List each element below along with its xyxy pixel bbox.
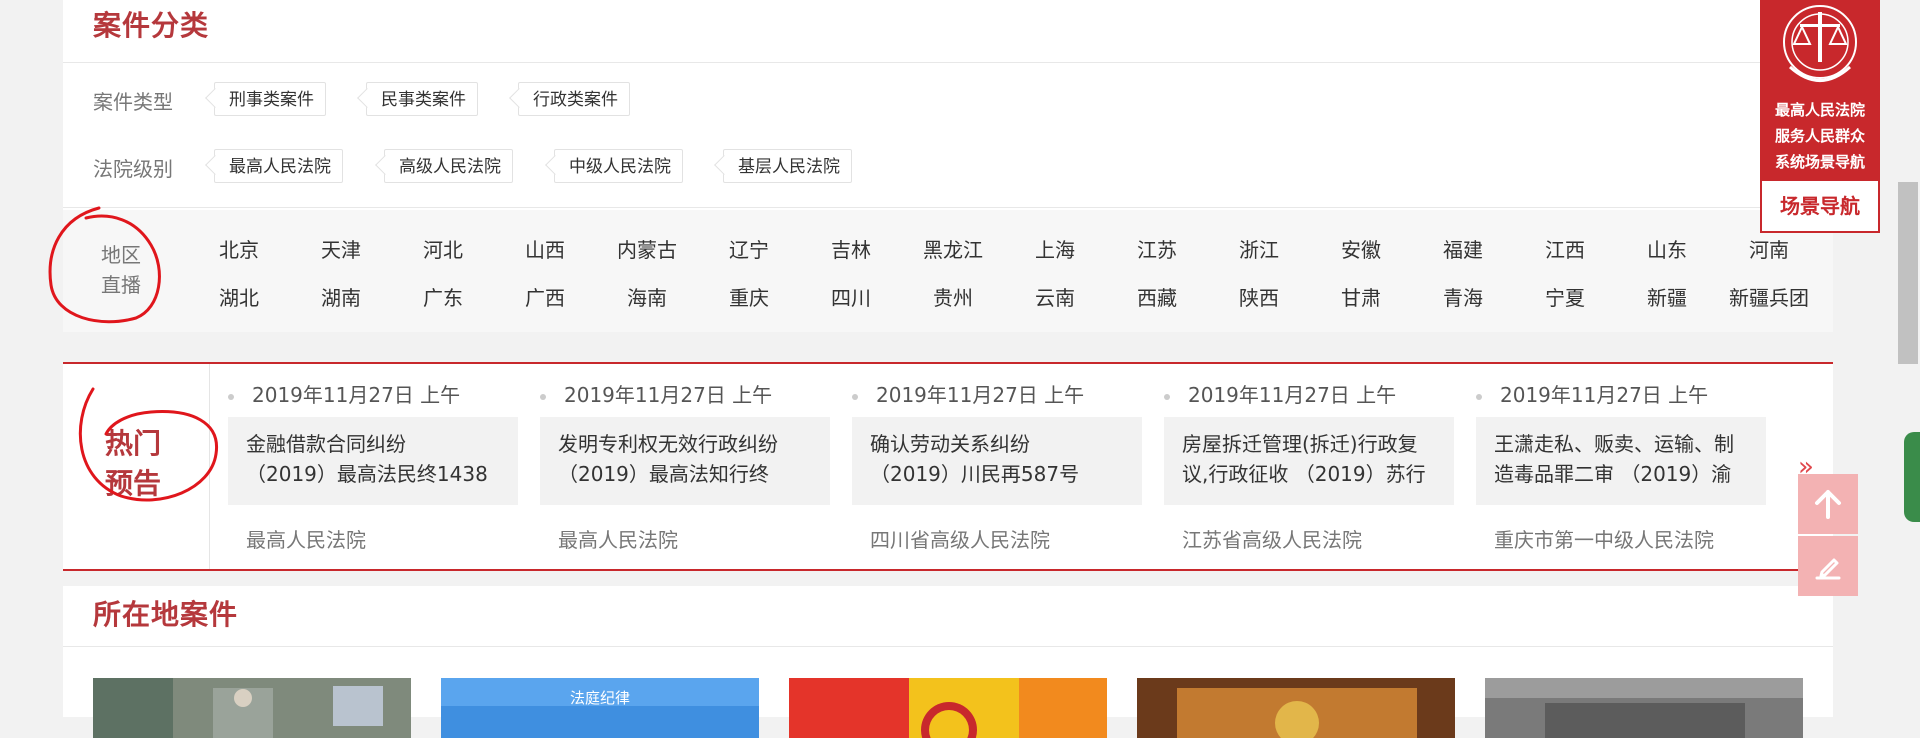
- case-type-criminal[interactable]: 刑事类案件: [214, 82, 326, 116]
- region-link[interactable]: 四川: [806, 282, 896, 311]
- divider: [63, 62, 1833, 63]
- region-link[interactable]: 陕西: [1214, 282, 1304, 311]
- scene-nav-widget[interactable]: 最高人民法院 服务人民群众 系统场景导航 场景导航: [1760, 0, 1880, 233]
- region-link[interactable]: 新疆: [1622, 282, 1712, 311]
- region-link[interactable]: 山东: [1622, 234, 1712, 263]
- hot-preview-panel: 热门 预告 2019年11月27日 上午 金融借款合同纠纷 （2019）最高法民终…: [63, 362, 1833, 571]
- location-cases-panel: 所在地案件 法庭纪律: [63, 586, 1833, 738]
- region-live-label: 地区 直播: [101, 243, 141, 297]
- case-type-civil[interactable]: 民事类案件: [366, 82, 478, 116]
- case-category-panel: 案件分类 案件类型 刑事类案件 民事类案件 行政类案件 法院级别 最高人民法院 …: [48, 0, 1833, 332]
- region-link[interactable]: 吉林: [806, 234, 896, 263]
- region-link[interactable]: 江西: [1520, 234, 1610, 263]
- region-area: [63, 210, 1833, 332]
- region-link[interactable]: 云南: [1010, 282, 1100, 311]
- region-link[interactable]: 广西: [500, 282, 590, 311]
- hot-preview-card[interactable]: 2019年11月27日 上午 金融借款合同纠纷 （2019）最高法民终1438 最…: [228, 364, 518, 569]
- card-court: 重庆市第一中级人民法院: [1494, 528, 1714, 552]
- region-link[interactable]: 辽宁: [704, 234, 794, 263]
- case-thumbnail[interactable]: 法庭纪律: [441, 678, 759, 738]
- case-type-administrative[interactable]: 行政类案件: [518, 82, 630, 116]
- case-thumbnail[interactable]: [1485, 678, 1803, 738]
- card-title[interactable]: 金融借款合同纠纷 （2019）最高法民终1438: [228, 417, 518, 505]
- region-link[interactable]: 天津: [296, 234, 386, 263]
- divider: [63, 646, 1833, 647]
- region-link[interactable]: 黑龙江: [908, 234, 998, 263]
- hot-preview-label: 热门 预告: [105, 427, 162, 500]
- divider: [63, 207, 1833, 208]
- scene-nav-text: 最高人民法院 服务人民群众 系统场景导航: [1774, 101, 1865, 171]
- region-link[interactable]: 河北: [398, 234, 488, 263]
- court-level-supreme[interactable]: 最高人民法院: [214, 149, 343, 183]
- region-link[interactable]: 内蒙古: [602, 234, 692, 263]
- court-emblem-icon: [1783, 5, 1857, 82]
- region-link[interactable]: 湖北: [194, 282, 284, 311]
- region-link[interactable]: 重庆: [704, 282, 794, 311]
- card-time: 2019年11月27日 上午: [228, 379, 460, 408]
- region-link[interactable]: 北京: [194, 234, 284, 263]
- region-link[interactable]: 上海: [1010, 234, 1100, 263]
- region-link[interactable]: 西藏: [1112, 282, 1202, 311]
- region-link[interactable]: 江苏: [1112, 234, 1202, 263]
- case-thumbnail[interactable]: [789, 678, 1107, 738]
- region-link[interactable]: 新疆兵团: [1724, 282, 1814, 311]
- card-title[interactable]: 确认劳动关系纠纷 （2019）川民再587号: [852, 417, 1142, 505]
- case-thumbnail[interactable]: [1137, 678, 1455, 738]
- hot-preview-card[interactable]: 2019年11月27日 上午 房屋拆迁管理(拆迁)行政复 议,行政征收 （2019…: [1164, 364, 1454, 569]
- case-category-title: 案件分类: [93, 9, 210, 42]
- card-court: 江苏省高级人民法院: [1182, 528, 1362, 552]
- case-type-label: 案件类型: [93, 90, 173, 114]
- card-time: 2019年11月27日 上午: [540, 379, 772, 408]
- back-to-top-button[interactable]: [1798, 474, 1858, 534]
- card-time: 2019年11月27日 上午: [1476, 379, 1708, 408]
- scene-nav-button[interactable]: 场景导航: [1762, 181, 1878, 231]
- region-link[interactable]: 浙江: [1214, 234, 1304, 263]
- hot-preview-card[interactable]: 2019年11月27日 上午 确认劳动关系纠纷 （2019）川民再587号 四川省…: [852, 364, 1142, 569]
- card-title[interactable]: 房屋拆迁管理(拆迁)行政复 议,行政征收 （2019）苏行: [1164, 417, 1454, 505]
- court-level-intermediate[interactable]: 中级人民法院: [554, 149, 683, 183]
- location-cases-title: 所在地案件: [93, 598, 239, 631]
- card-title[interactable]: 发明专利权无效行政纠纷 （2019）最高法知行终: [540, 417, 830, 505]
- region-link[interactable]: 湖南: [296, 282, 386, 311]
- case-thumbnail[interactable]: [93, 678, 411, 738]
- region-link[interactable]: 安徽: [1316, 234, 1406, 263]
- card-court: 四川省高级人民法院: [870, 528, 1050, 552]
- card-title[interactable]: 王潇走私、贩卖、运输、制 造毒品罪二审 （2019）渝: [1476, 417, 1766, 505]
- region-link[interactable]: 河南: [1724, 234, 1814, 263]
- card-time: 2019年11月27日 上午: [1164, 379, 1396, 408]
- hot-preview-card[interactable]: 2019年11月27日 上午 王潇走私、贩卖、运输、制 造毒品罪二审 （2019）…: [1476, 364, 1766, 569]
- edit-icon: [1815, 558, 1841, 580]
- court-level-basic[interactable]: 基层人民法院: [723, 149, 852, 183]
- thumb-caption: 法庭纪律: [570, 689, 630, 707]
- region-link[interactable]: 贵州: [908, 282, 998, 311]
- court-level-high[interactable]: 高级人民法院: [384, 149, 513, 183]
- region-link[interactable]: 福建: [1418, 234, 1508, 263]
- divider: [209, 364, 210, 569]
- region-link[interactable]: 甘肃: [1316, 282, 1406, 311]
- arrow-up-icon: [1815, 490, 1841, 519]
- region-link[interactable]: 广东: [398, 282, 488, 311]
- region-link[interactable]: 海南: [602, 282, 692, 311]
- card-court: 最高人民法院: [246, 528, 366, 552]
- card-time: 2019年11月27日 上午: [852, 379, 1084, 408]
- region-link[interactable]: 山西: [500, 234, 590, 263]
- hot-preview-card[interactable]: 2019年11月27日 上午 发明专利权无效行政纠纷 （2019）最高法知行终 最…: [540, 364, 830, 569]
- court-level-label: 法院级别: [93, 157, 173, 181]
- feedback-button[interactable]: [1798, 536, 1858, 596]
- scrollbar[interactable]: [1898, 182, 1918, 364]
- region-link[interactable]: 宁夏: [1520, 282, 1610, 311]
- region-link[interactable]: 青海: [1418, 282, 1508, 311]
- card-court: 最高人民法院: [558, 528, 678, 552]
- side-floating-badge[interactable]: [1904, 432, 1920, 522]
